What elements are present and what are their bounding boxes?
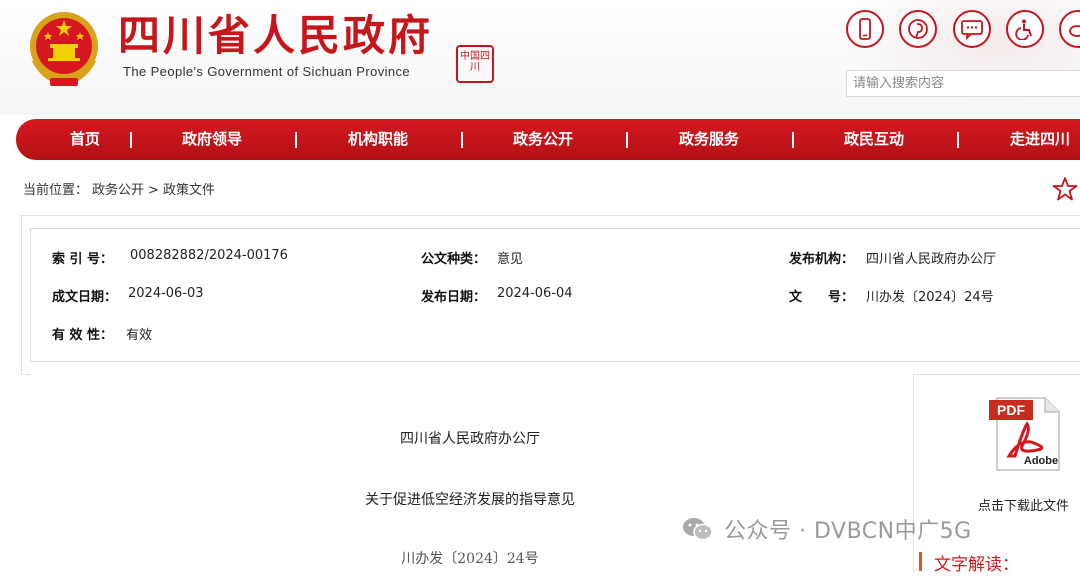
document-title: 关于促进低空经济发展的指导意见 xyxy=(365,492,575,508)
breadcrumb-separator: > xyxy=(148,183,159,198)
interpretation-accent-bar xyxy=(919,552,922,571)
issuing-org-label: 发布机构： xyxy=(789,252,855,267)
nav-separator xyxy=(130,132,132,148)
nav-separator xyxy=(792,132,794,148)
doc-number-label: 文 号： xyxy=(789,290,855,305)
site-title[interactable]: 四川省人民政府 xyxy=(118,10,433,62)
mobile-icon[interactable] xyxy=(846,10,884,48)
pinterest-icon[interactable] xyxy=(899,10,937,48)
issuing-org-value: 四川省人民政府办公厅 xyxy=(866,252,997,267)
nav-item-services[interactable]: 政务服务 xyxy=(679,119,739,160)
doc-type-value: 意见 xyxy=(497,252,524,267)
doc-type-label: 公文种类： xyxy=(421,252,487,267)
site-header: 四川省人民政府 The People's Government of Sichu… xyxy=(0,0,1080,115)
nav-separator xyxy=(626,132,628,148)
document-issuer: 四川省人民政府办公厅 xyxy=(400,431,540,447)
breadcrumb: 当前位置： 政务公开 > 政策文件 xyxy=(23,179,219,198)
national-emblem-icon[interactable] xyxy=(26,8,102,88)
breadcrumb-item-policy-docs[interactable]: 政策文件 xyxy=(163,183,215,198)
nav-item-interaction[interactable]: 政民互动 xyxy=(844,119,904,160)
watermark-text: 公众号 · DVBCN中广5G xyxy=(724,519,972,544)
download-file-link[interactable]: 点击下载此文件 xyxy=(978,495,1069,514)
doc-number-value: 川办发〔2024〕24号 xyxy=(866,290,994,305)
nav-separator xyxy=(957,132,959,148)
site-subtitle: The People's Government of Sichuan Provi… xyxy=(123,64,411,79)
nav-item-leaders[interactable]: 政府领导 xyxy=(182,119,242,160)
china-sichuan-seal: 中国四川 xyxy=(456,45,494,83)
star-icon[interactable] xyxy=(1052,176,1078,202)
accessibility-icon[interactable] xyxy=(1006,10,1044,48)
publish-date-label: 发布日期： xyxy=(421,290,487,305)
nav-separator xyxy=(295,132,297,148)
document-number: 川办发〔2024〕24号 xyxy=(401,551,539,567)
message-icon[interactable] xyxy=(953,10,991,48)
nav-item-home[interactable]: 首页 xyxy=(70,119,100,160)
validity-value: 有效 xyxy=(126,328,153,343)
pdf-icon[interactable]: PDF Adobe xyxy=(987,394,1065,472)
text-interpretation-heading[interactable]: 文字解读： xyxy=(934,550,1019,575)
nav-item-about-sichuan[interactable]: 走进四川 xyxy=(1010,119,1070,160)
validity-label: 有 效 性： xyxy=(52,328,114,343)
written-date-value: 2024-06-03 xyxy=(128,286,204,301)
search-input[interactable] xyxy=(846,70,1080,97)
watermark: 公众号 · DVBCN中广5G xyxy=(682,512,972,546)
wechat-icon xyxy=(683,518,713,541)
main-nav: 首页 政府领导 机构职能 政务公开 政务服务 政民互动 走进四川 xyxy=(16,119,1080,160)
pdf-tag-text: PDF xyxy=(997,402,1025,418)
breadcrumb-item-gov-affairs[interactable]: 政务公开 xyxy=(92,183,144,198)
written-date-label: 成文日期： xyxy=(52,290,118,305)
nav-separator xyxy=(461,132,463,148)
nav-item-gov-affairs[interactable]: 政务公开 xyxy=(513,119,573,160)
nav-item-functions[interactable]: 机构职能 xyxy=(348,119,408,160)
index-number-value: 008282882/2024-00176 xyxy=(130,248,288,263)
publish-date-value: 2024-06-04 xyxy=(497,286,573,301)
pdf-brand-text: Adobe xyxy=(1024,455,1058,467)
breadcrumb-label: 当前位置： xyxy=(23,183,89,198)
index-number-label: 索 引 号： xyxy=(52,252,114,267)
